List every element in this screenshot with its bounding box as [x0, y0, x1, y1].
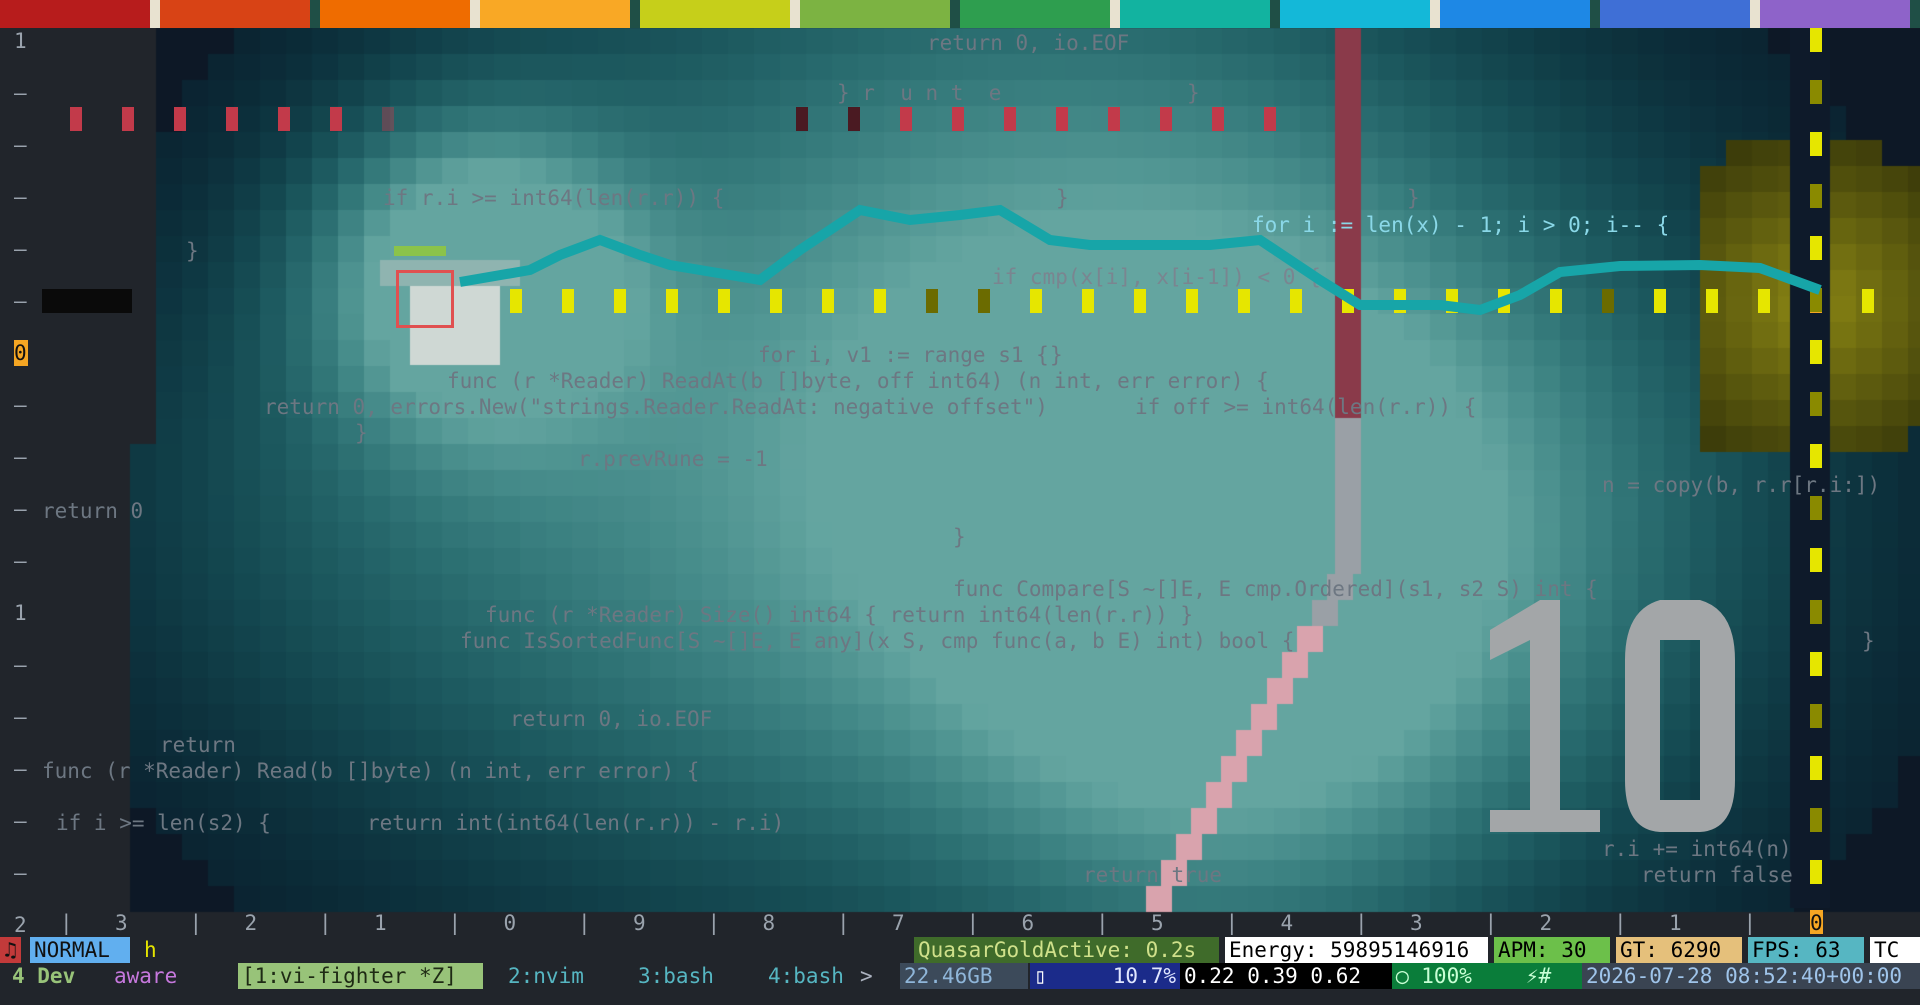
ruler-label: 8 — [762, 911, 776, 935]
window-tab-1[interactable]: [1:vi-fighter *Z] — [238, 963, 483, 989]
big-number — [1490, 600, 1735, 832]
cpu-bar-icon: ▯ — [1030, 963, 1060, 989]
ruler-tick: | — [1614, 911, 1627, 935]
ruler-label: 0 — [1810, 910, 1823, 935]
ruler-label: 5 — [1151, 911, 1164, 935]
ruler-tick: | — [578, 911, 591, 935]
ruler-tick: | — [319, 911, 332, 935]
status-line-top: ♫ NORMAL h QuasarGoldActive: 0.2s Energy… — [0, 937, 1920, 963]
ruler-tick: | — [189, 911, 203, 935]
energy-counter: Energy: 59895146916 — [1225, 937, 1488, 963]
tmux-status-bar: 4 Dev aware [1:vi-fighter *Z] 2:nvim 3:b… — [0, 963, 1920, 989]
ruler-label: 3 — [1410, 911, 1423, 935]
cyan-trail — [459, 204, 1822, 832]
ruler-label: 3 — [115, 911, 128, 935]
ruler-label: 7 — [892, 911, 905, 935]
memory-usage: 22.46GB — [900, 963, 1028, 989]
last-key: h — [144, 938, 157, 962]
fps-counter: FPS: 63 — [1748, 937, 1864, 963]
cyan-trail-line — [459, 204, 1822, 316]
more-windows-indicator[interactable]: > — [856, 963, 877, 989]
aware-indicator: aware — [114, 964, 178, 988]
ruler-tick: | — [707, 911, 721, 935]
ruler-tick: | — [60, 911, 73, 935]
ruler-tick: | — [448, 911, 462, 935]
ruler-label: 1 — [374, 911, 387, 935]
tc-indicator: TC — [1870, 937, 1920, 963]
ruler-label: 0 — [503, 911, 517, 935]
music-note-icon: ♫ — [0, 937, 21, 963]
load-average: 0.22 0.39 0.62 — [1180, 963, 1392, 989]
ruler-label: 2 — [244, 911, 258, 935]
battery-status: ◯ 100% — [1392, 963, 1522, 989]
ruler-tick: | — [966, 911, 980, 935]
ruler-tick: | — [1096, 911, 1109, 935]
ruler-label: 4 — [1280, 911, 1294, 935]
datetime: 2026-07-28 08:52:40+00:00 — [1582, 963, 1920, 989]
ruler-tick: | — [1484, 911, 1498, 935]
ruler-tick: | — [1743, 911, 1757, 935]
window-tab-2[interactable]: 2:nvim — [504, 963, 588, 989]
ruler-tick: | — [837, 911, 850, 935]
power-icon: ⚡# — [1522, 963, 1582, 989]
ruler-label: 6 — [1021, 911, 1035, 935]
window-tab-3[interactable]: 3:bash — [634, 963, 718, 989]
window-tab-4[interactable]: 4:bash — [764, 963, 848, 989]
ruler-tick: | — [1355, 911, 1368, 935]
ruler-label: 1 — [1669, 911, 1682, 935]
ruler-label: 9 — [633, 911, 646, 935]
cpu-usage: 10.7% — [1060, 963, 1180, 989]
ruler-tick: | — [1225, 911, 1239, 935]
session-name[interactable]: 4 Dev — [8, 963, 79, 989]
apm-counter: APM: 30 — [1494, 937, 1610, 963]
quasar-status: QuasarGoldActive: 0.2s — [914, 937, 1219, 963]
ruler-label: 2 — [1539, 911, 1553, 935]
game-time: GT: 6290 — [1616, 937, 1742, 963]
mode-indicator: NORMAL — [30, 937, 130, 963]
